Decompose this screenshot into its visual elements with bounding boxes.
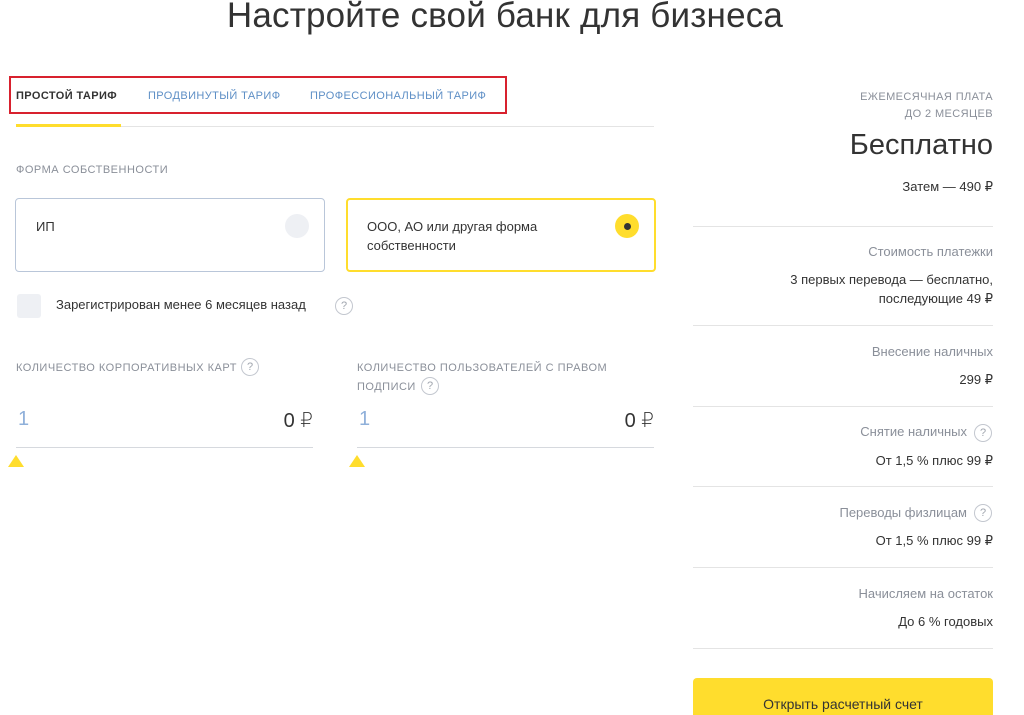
divider: [693, 406, 993, 407]
active-tab-indicator: [16, 124, 121, 127]
monthly-fee-then-block: Затем — 490 ₽: [693, 177, 993, 196]
cards-price-value: 0 ₽: [283, 410, 313, 432]
tab-professional-tariff[interactable]: ПРОФЕССИОНАЛЬНЫЙ ТАРИФ: [310, 90, 486, 102]
cash-out-caption: Снятие наличных: [860, 424, 967, 439]
cash-out-block: Снятие наличных: [693, 423, 993, 441]
transfers-caption: Переводы физлицам: [839, 505, 967, 520]
transfers-value: От 1,5 % плюс 99 ₽: [875, 533, 993, 548]
cash-in-value-block: 299 ₽: [693, 370, 993, 389]
signers-quantity-value[interactable]: 1: [359, 408, 370, 431]
help-icon[interactable]: ?: [241, 358, 259, 376]
help-icon[interactable]: ?: [974, 504, 992, 522]
interest-block: Начисляем на остаток: [693, 585, 993, 603]
cash-out-value-block: От 1,5 % плюс 99 ₽: [693, 451, 993, 470]
transfers-block: Переводы физлицам: [693, 504, 993, 522]
help-icon[interactable]: ?: [335, 297, 353, 315]
tab-advanced-tariff[interactable]: ПРОДВИНУТЫЙ ТАРИФ: [148, 90, 280, 102]
ownership-option-ip[interactable]: ИП: [15, 198, 325, 272]
transfers-value-block: От 1,5 % плюс 99 ₽: [693, 531, 993, 550]
cards-quantity-value[interactable]: 1: [18, 408, 29, 431]
interest-caption: Начисляем на остаток: [858, 586, 993, 601]
radio-unchecked-icon[interactable]: [285, 214, 309, 238]
cash-in-value: 299 ₽: [959, 372, 993, 387]
divider: [693, 486, 993, 487]
payments-block: Стоимость платежки: [693, 243, 993, 261]
page-title: Настройте свой банк для бизнеса: [226, 0, 784, 35]
signers-slider-handle[interactable]: [349, 455, 365, 467]
radio-checked-icon[interactable]: [615, 214, 639, 238]
open-account-button[interactable]: Открыть расчетный счет: [693, 678, 993, 715]
ownership-option-label: ИП: [36, 219, 55, 234]
payments-caption: Стоимость платежки: [868, 244, 993, 259]
recent-registration-checkbox[interactable]: [17, 294, 41, 318]
ownership-label: ФОРМА СОБСТВЕННОСТИ: [16, 164, 169, 176]
monthly-fee-caption-period: ДО 2 МЕСЯЦЕВ: [904, 108, 993, 120]
cash-in-caption: Внесение наличных: [871, 344, 993, 359]
payments-value: 3 первых перевода — бесплатно,: [790, 272, 993, 287]
help-icon[interactable]: ?: [974, 424, 992, 442]
monthly-fee-then: Затем — 490 ₽: [902, 179, 993, 194]
signers-count-label-continued: ПОДПИСИ: [357, 381, 416, 393]
divider: [693, 567, 993, 568]
monthly-fee-value: Бесплатно: [849, 129, 993, 161]
divider: [693, 648, 993, 649]
signers-count-label: КОЛИЧЕСТВО ПОЛЬЗОВАТЕЛЕЙ С ПРАВОМ: [357, 362, 608, 374]
divider: [693, 325, 993, 326]
interest-value: До 6 % годовых: [898, 614, 993, 629]
cash-in-block: Внесение наличных: [693, 343, 993, 361]
divider: [693, 226, 993, 227]
cash-out-value: От 1,5 % плюс 99 ₽: [875, 453, 993, 468]
recent-registration-label: Зарегистрирован менее 6 месяцев назад: [56, 297, 306, 312]
cards-slider-handle[interactable]: [8, 455, 24, 467]
help-icon[interactable]: ?: [421, 377, 439, 395]
interest-value-block: До 6 % годовых: [693, 612, 993, 631]
signers-count-field[interactable]: 1 0 ₽: [357, 400, 654, 448]
monthly-fee-block: ЕЖЕМЕСЯЧНАЯ ПЛАТА ДО 2 МЕСЯЦЕВ: [693, 89, 993, 123]
monthly-fee-caption: ЕЖЕМЕСЯЧНАЯ ПЛАТА: [860, 91, 993, 103]
tab-simple-tariff[interactable]: ПРОСТОЙ ТАРИФ: [16, 90, 117, 102]
payments-value-block: 3 первых перевода — бесплатно, последующ…: [693, 270, 993, 308]
signers-price-value: 0 ₽: [624, 410, 654, 432]
ownership-option-label: ООО, АО или другая форма собственности: [367, 219, 538, 253]
cards-count-label: КОЛИЧЕСТВО КОРПОРАТИВНЫХ КАРТ: [16, 362, 237, 374]
payments-value-continued: последующие 49 ₽: [878, 291, 993, 306]
cards-count-field[interactable]: 1 0 ₽: [16, 400, 313, 448]
ownership-option-ooo[interactable]: ООО, АО или другая форма собственности: [346, 198, 656, 272]
monthly-fee-value-block: Бесплатно: [693, 129, 993, 162]
